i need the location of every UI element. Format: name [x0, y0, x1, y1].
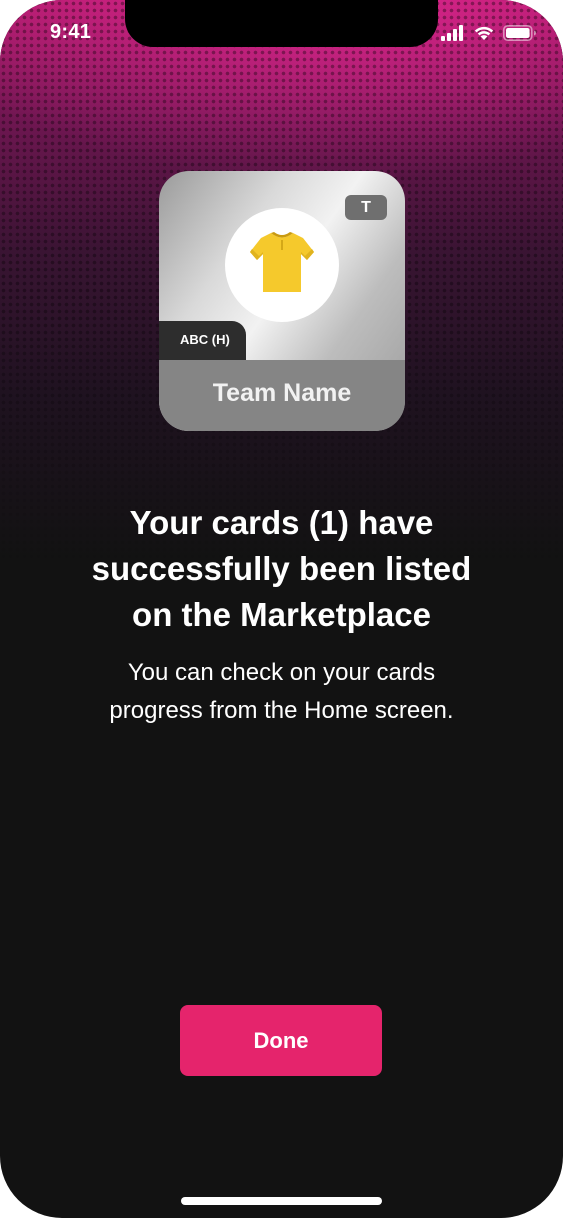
headline-line: Your cards (1) have: [129, 504, 434, 541]
card-tier-badge: T: [345, 195, 387, 220]
subtext-line: You can check on your cards: [127, 659, 436, 686]
team-name: Team Name: [159, 360, 405, 431]
home-indicator[interactable]: [181, 1197, 382, 1205]
done-button[interactable]: Done: [180, 1005, 382, 1076]
jersey-icon: [247, 230, 317, 301]
cellular-signal-icon: [441, 25, 465, 46]
confirmation-headline: Your cards (1) have successfully been li…: [40, 500, 523, 638]
status-time: 9:41: [50, 21, 92, 43]
status-icons: [441, 25, 537, 46]
confirmation-subtext: You can check on your cards progress fro…: [50, 654, 513, 730]
headline-line: successfully been listed: [91, 550, 472, 587]
phone-screen: 9:41 T ABC (H) Team Name Your cards (1) …: [0, 0, 563, 1218]
wifi-icon: [473, 25, 495, 46]
player-position-tag: ABC (H): [159, 321, 246, 361]
jersey-avatar: [225, 208, 339, 322]
headline-line: on the Marketplace: [132, 596, 431, 633]
player-card[interactable]: T ABC (H) Team Name: [159, 171, 405, 431]
subtext-line: progress from the Home screen.: [109, 697, 454, 724]
battery-icon: [503, 25, 537, 46]
device-notch: [125, 0, 438, 47]
